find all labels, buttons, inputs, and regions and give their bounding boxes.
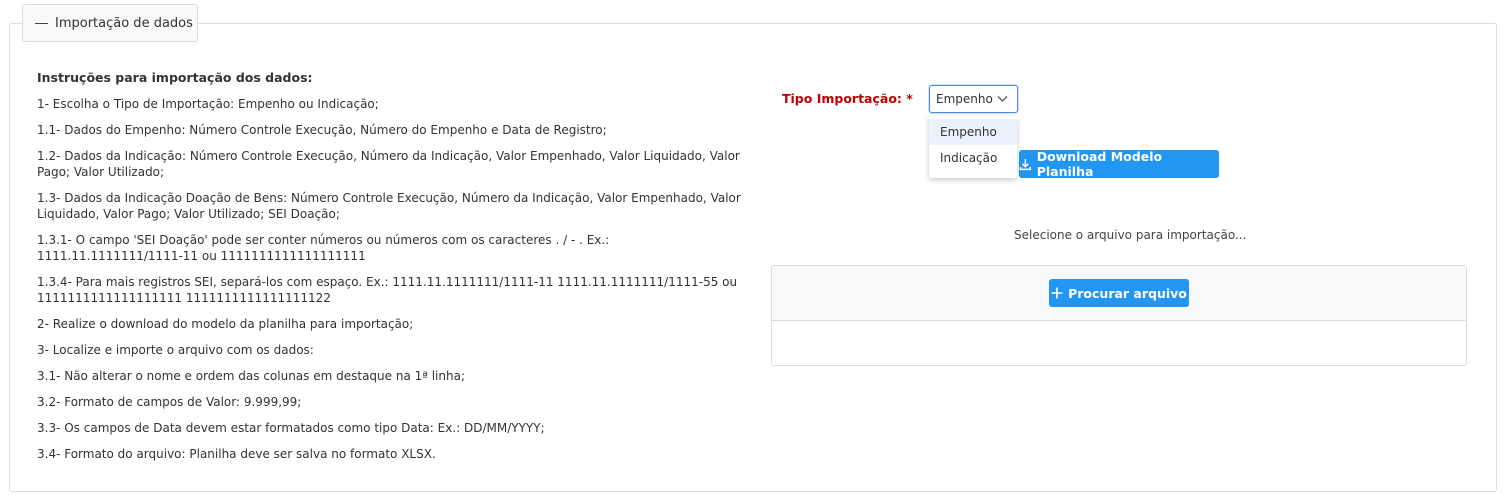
instruction-item: 1.1- Dados do Empenho: Número Controle E… [37,123,607,137]
instructions: Instruções para importação dos dados: 1-… [37,70,742,472]
instruction-item: 1.2- Dados da Indicação: Número Controle… [37,149,740,179]
option-indicacao[interactable]: Indicação [929,145,1017,171]
instructions-title: Instruções para importação dos dados: [37,70,313,85]
instruction-item: 1.3.1- O campo 'SEI Doação' pode ser con… [37,233,610,263]
fieldset-legend-label: Importação de dados [55,15,193,31]
instruction-item: 3.1- Não alterar o nome e ordem das colu… [37,369,465,383]
instruction-item: 1.3- Dados da Indicação Doação de Bens: … [37,191,741,221]
minus-icon[interactable] [35,22,48,24]
tipo-importacao-value: Empenho [936,92,993,106]
instruction-item: 3.3- Os campos de Data devem estar forma… [37,421,545,435]
chevron-down-icon [997,93,1008,107]
option-empenho[interactable]: Empenho [929,119,1017,145]
instruction-item: 3- Localize e importe o arquivo com os d… [37,343,314,357]
download-icon [1019,158,1031,170]
instruction-item: 1- Escolha o Tipo de Importação: Empenho… [37,97,379,111]
instruction-item: 2- Realize o download do modelo da plani… [37,317,414,331]
instruction-item: 1.3.4- Para mais registros SEI, separá-l… [37,275,738,305]
procurar-arquivo-label: Procurar arquivo [1068,285,1187,301]
fieldset-legend[interactable]: Importação de dados [22,4,198,42]
instruction-item: 3.2- Formato de campos de Valor: 9.999,9… [37,395,302,409]
instruction-item: 3.4- Formato do arquivo: Planilha deve s… [37,447,436,461]
select-file-hint: Selecione o arquivo para importação... [1014,228,1247,242]
download-modelo-label: Download Modelo Planilha [1036,149,1163,179]
download-modelo-button[interactable]: Download Modelo Planilha [1019,149,1219,179]
tipo-importacao-label: Tipo Importação: * [782,91,913,106]
tipo-importacao-dropdown: Empenho Indicação [929,116,1017,178]
tipo-importacao-select[interactable]: Empenho [929,85,1018,113]
procurar-arquivo-button[interactable]: Procurar arquivo [1049,279,1189,307]
plus-icon [1051,287,1063,299]
